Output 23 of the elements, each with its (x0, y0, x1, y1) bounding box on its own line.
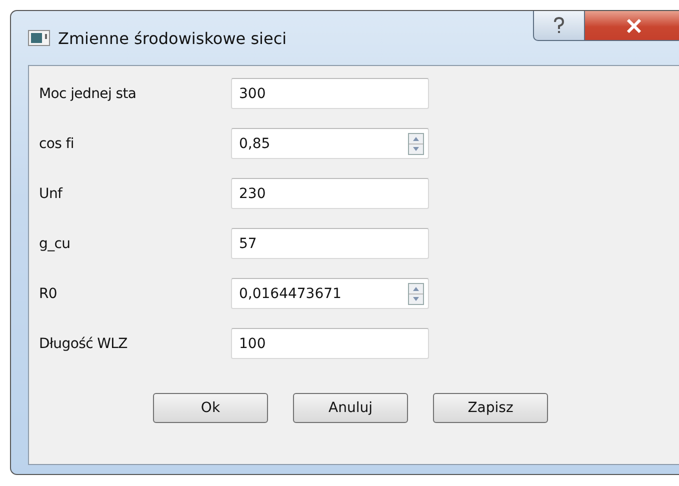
field-label: Moc jednej sta (39, 86, 138, 102)
window-title: Zmienne środowiskowe sieci (58, 28, 287, 48)
field-label: R0 (39, 286, 58, 302)
field-label: Długość WLZ (39, 336, 128, 352)
field-label: cos fi (39, 136, 76, 152)
close-button[interactable] (585, 11, 679, 41)
input-field[interactable]: 300 (231, 78, 429, 109)
close-icon (626, 18, 642, 32)
window-icon (28, 30, 50, 46)
input-field[interactable]: 100 (231, 328, 429, 359)
spin-box[interactable]: 0,0164473671 (231, 278, 429, 309)
spin-box[interactable]: 0,85 (231, 128, 429, 159)
dialog-button[interactable]: Ok (153, 393, 268, 423)
help-button[interactable] (533, 11, 585, 41)
field-label: Unf (39, 186, 64, 202)
help-icon (552, 16, 566, 34)
dialog-button[interactable]: Zapisz (433, 393, 548, 423)
spin-arrows-icon[interactable] (408, 282, 424, 304)
dialog-button[interactable]: Anuluj (293, 393, 408, 423)
input-field[interactable]: 230 (231, 178, 429, 209)
input-field[interactable]: 57 (231, 228, 429, 259)
field-label: g_cu (39, 236, 72, 252)
spin-arrows-icon[interactable] (408, 132, 424, 154)
